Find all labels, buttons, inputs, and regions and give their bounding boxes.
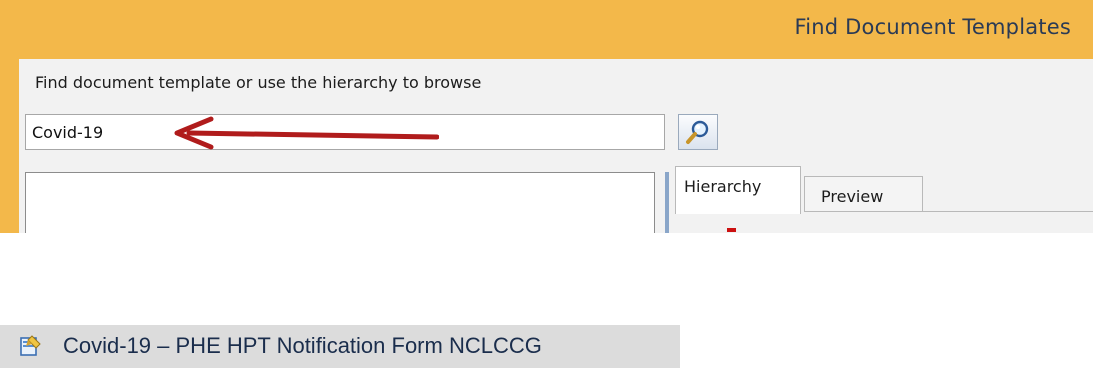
- collapse-minus-icon[interactable]: [727, 228, 736, 232]
- dialog-body: Find document template or use the hierar…: [19, 59, 1093, 233]
- dialog-title: Find Document Templates: [794, 15, 1071, 39]
- tabs-divider: [923, 211, 1093, 212]
- result-item[interactable]: Covid-19 – PHE HPT Notification Form NCL…: [0, 325, 680, 368]
- find-templates-dialog: Find Document Templates Find document te…: [0, 0, 1093, 233]
- instruction-label: Find document template or use the hierar…: [35, 73, 482, 92]
- document-template-icon: [20, 335, 41, 356]
- tab-preview[interactable]: Preview: [804, 176, 923, 212]
- tab-hierarchy[interactable]: Hierarchy: [675, 166, 801, 214]
- magnifier-icon: [686, 120, 709, 144]
- red-arrow-annotation: [174, 116, 439, 150]
- right-pane: Hierarchy Preview: [665, 166, 1093, 233]
- result-label: Covid-19 – PHE HPT Notification Form NCL…: [63, 333, 542, 358]
- search-button[interactable]: [678, 114, 718, 150]
- search-results-list[interactable]: [25, 172, 655, 233]
